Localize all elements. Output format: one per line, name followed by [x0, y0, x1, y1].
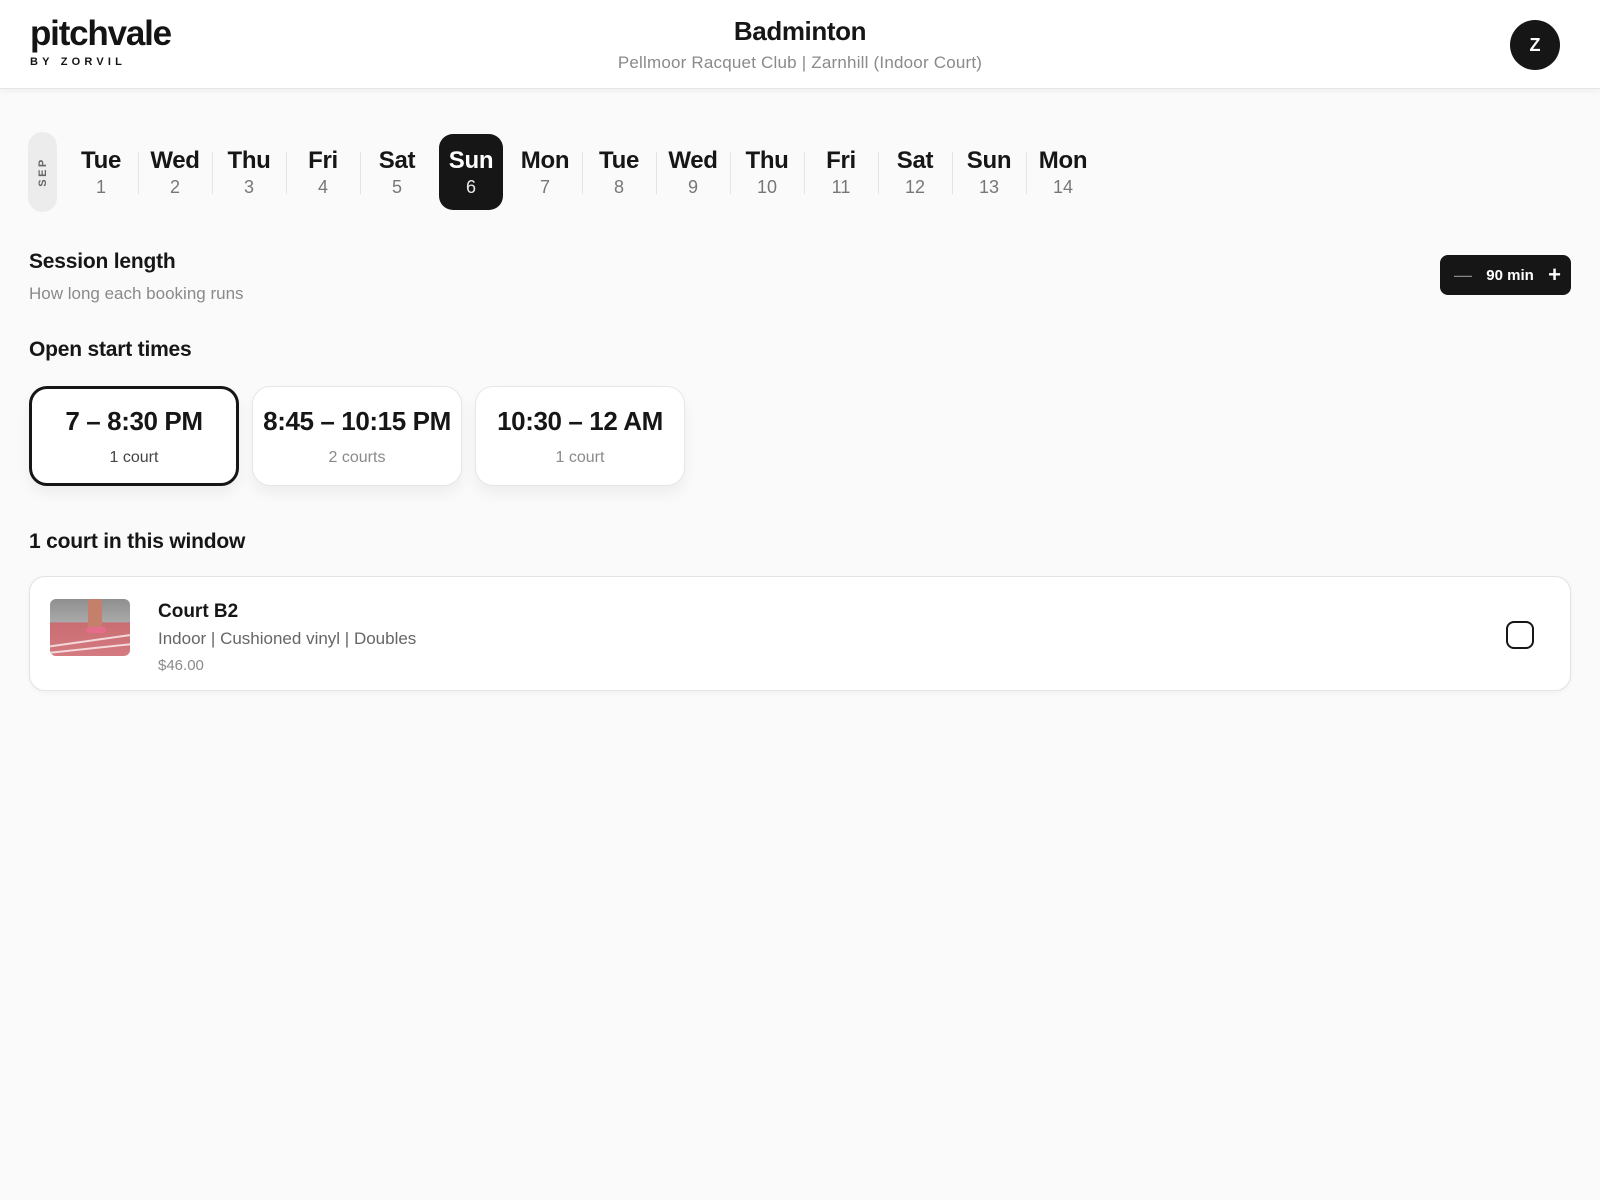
- day-number: 1: [95, 176, 106, 197]
- month-text: SEP: [36, 157, 49, 187]
- day-4[interactable]: Fri 4: [291, 134, 361, 210]
- day-5[interactable]: Sat 5: [365, 134, 429, 210]
- start-time-list: 7 – 8:30 PM 1 court 8:45 – 10:15 PM 2 court…: [29, 386, 698, 486]
- avatar[interactable]: Z: [1510, 20, 1560, 70]
- session-length-section: Session length How long each booking run…: [29, 250, 244, 304]
- day-name: Thu: [227, 146, 271, 174]
- day-number: 13: [978, 176, 1000, 197]
- day-number: 11: [831, 176, 851, 197]
- start-time-option[interactable]: 10:30 – 12 AM 1 court: [475, 386, 685, 486]
- app-header: pitchvale BY ZORVIL Badminton Pellmoor R…: [0, 0, 1600, 89]
- day-2[interactable]: Wed 2: [143, 134, 213, 210]
- day-number: 14: [1052, 176, 1074, 197]
- page-heading: Badminton Pellmoor Racquet Club | Zarnhi…: [500, 15, 1100, 73]
- page-title: Badminton: [733, 16, 867, 46]
- court-select-checkbox[interactable]: [1506, 621, 1534, 649]
- day-number: 6: [465, 176, 476, 197]
- day-name: Fri: [308, 146, 338, 174]
- day-number: 8: [613, 176, 624, 197]
- day-10[interactable]: Thu 10: [735, 134, 805, 210]
- start-time-option[interactable]: 7 – 8:30 PM 1 court: [29, 386, 239, 486]
- start-time-range: 10:30 – 12 AM: [497, 405, 663, 436]
- day-number: 2: [169, 176, 180, 197]
- session-length-title: Session length: [29, 250, 176, 273]
- day-name: Mon: [520, 146, 570, 174]
- day-name: Tue: [599, 146, 639, 174]
- day-number: 12: [904, 176, 926, 197]
- minus-icon[interactable]: —: [1454, 265, 1472, 286]
- court-photo: [50, 599, 130, 656]
- day-number: 3: [243, 176, 254, 197]
- day-3[interactable]: Thu 3: [217, 134, 287, 210]
- day-14[interactable]: Mon 14: [1031, 134, 1095, 210]
- day-number: 4: [317, 176, 328, 197]
- start-times-title: Open start times: [29, 338, 192, 361]
- start-time-court-count: 2 courts: [328, 448, 386, 466]
- court-price: $46.00: [158, 657, 204, 674]
- brand-tagline: BY ZORVIL: [30, 56, 127, 68]
- day-7[interactable]: Mon 7: [513, 134, 583, 210]
- day-8[interactable]: Tue 8: [587, 134, 657, 210]
- day-name: Mon: [1038, 146, 1088, 174]
- start-time-option[interactable]: 8:45 – 10:15 PM 2 courts: [252, 386, 462, 486]
- day-11[interactable]: Fri 11: [809, 134, 879, 210]
- day-9[interactable]: Wed 9: [661, 134, 731, 210]
- plus-icon[interactable]: +: [1548, 264, 1561, 286]
- venue-subtitle: Pellmoor Racquet Club | Zarnhill (Indoor…: [617, 53, 983, 72]
- day-name: Sun: [966, 146, 1012, 174]
- court-count-heading: 1 court in this window: [29, 530, 246, 553]
- day-name: Sat: [378, 146, 416, 174]
- day-list: Tue 1 Wed 2 Thu 3 Fri 4 Sat 5 Sun 6 Mon 7 Tue 8 Wed 9 Thu 1…: [69, 134, 1105, 210]
- session-length-subtitle: How long each booking runs: [29, 284, 244, 303]
- court-name: Court B2: [158, 601, 239, 622]
- day-name: Fri: [826, 146, 856, 174]
- session-length-stepper: — 90 min +: [1440, 255, 1571, 295]
- session-length-value: 90 min: [1486, 266, 1534, 284]
- day-6[interactable]: Sun 6: [439, 134, 503, 210]
- month-label: SEP: [28, 132, 57, 212]
- day-name: Thu: [745, 146, 789, 174]
- day-name: Tue: [81, 146, 121, 174]
- date-picker: SEP Tue 1 Wed 2 Thu 3 Fri 4 Sat 5 Sun 6 Mon 7 Tue 8 Wed 9…: [28, 132, 1105, 212]
- start-time-range: 8:45 – 10:15 PM: [263, 405, 451, 436]
- day-1[interactable]: Tue 1: [69, 134, 139, 210]
- day-name: Sat: [896, 146, 934, 174]
- day-number: 5: [391, 176, 402, 197]
- day-name: Wed: [150, 146, 200, 174]
- court-card[interactable]: Court B2 Indoor | Cushioned vinyl | Doub…: [29, 576, 1571, 691]
- start-time-court-count: 1 court: [555, 448, 605, 466]
- start-time-range: 7 – 8:30 PM: [65, 405, 203, 436]
- start-time-court-count: 1 court: [109, 448, 159, 466]
- brand-name: pitchvale: [30, 14, 172, 53]
- day-13[interactable]: Sun 13: [957, 134, 1027, 210]
- court-details: Indoor | Cushioned vinyl | Doubles: [158, 629, 417, 648]
- brand-logo[interactable]: pitchvale BY ZORVIL: [30, 14, 172, 69]
- day-number: 7: [539, 176, 550, 197]
- day-number: 9: [687, 176, 698, 197]
- day-number: 10: [756, 176, 778, 197]
- day-name: Wed: [668, 146, 718, 174]
- day-name: Sun: [448, 146, 494, 174]
- day-12[interactable]: Sat 12: [883, 134, 953, 210]
